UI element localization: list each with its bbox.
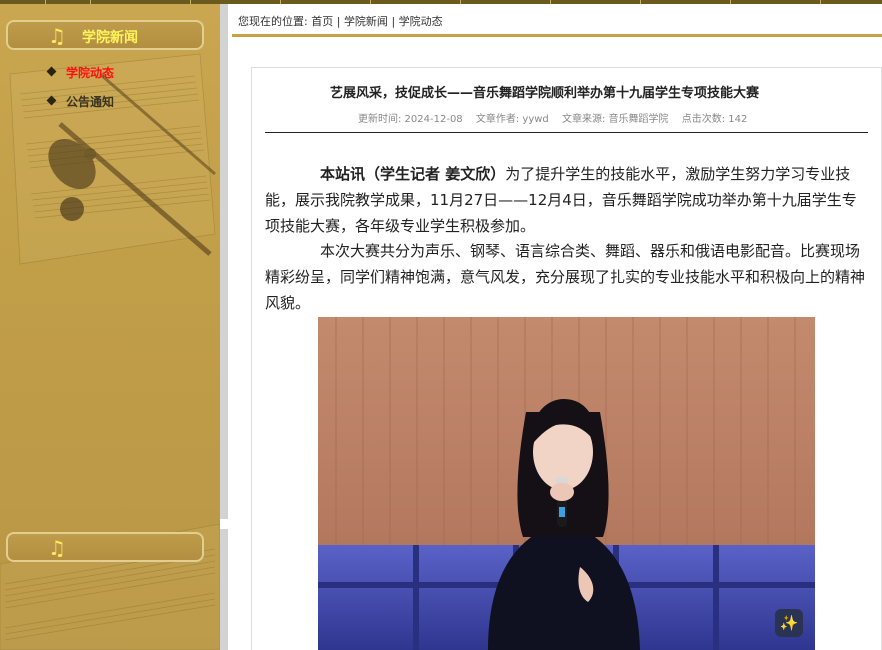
- breadcrumb-separator: |: [336, 15, 341, 28]
- sidebar-header-title: 学院新闻: [82, 30, 138, 46]
- title-divider: [265, 132, 868, 133]
- singer-photo-illustration: [318, 317, 815, 650]
- article-title: 艺展风采，技促成长——音乐舞蹈学院顺利举办第十九届学生专项技能大赛: [330, 86, 760, 101]
- music-note-icon: ♫: [48, 536, 66, 560]
- breadcrumb: 您现在的位置: 首页 | 学院新闻 | 学院动态: [238, 13, 443, 29]
- meta-views: 点击次数: 142: [681, 114, 748, 125]
- diamond-bullet-icon: [46, 95, 57, 106]
- sidebar-item-announcements[interactable]: 公告通知: [46, 93, 115, 122]
- diamond-bullet-icon: [46, 66, 57, 77]
- sidebar-item-label: 公告通知: [66, 95, 115, 109]
- breadcrumb-current-link[interactable]: 学院动态: [399, 15, 443, 28]
- sidebar-footer-header: ♫: [6, 532, 204, 562]
- article-paragraph-2: 本次大赛共分为声乐、钢琴、语言综合类、舞蹈、器乐和俄语电影配音。比赛现场精彩纷呈…: [265, 242, 866, 312]
- magic-wand-icon[interactable]: ✨: [775, 609, 803, 637]
- sidebar-header: ♫ 学院新闻: [6, 20, 204, 50]
- breadcrumb-prefix: 您现在的位置:: [238, 15, 308, 28]
- article-meta: 更新时间: 2024-12-08 文章作者: yywd 文章来源: 音乐舞蹈学院…: [358, 110, 757, 125]
- breadcrumb-separator: |: [391, 15, 396, 28]
- article-paragraph-1: 本站讯（学生记者 姜文欣）为了提升学生的技能水平，激励学生努力学习专业技能，展示…: [265, 161, 868, 239]
- music-note-icon: ♫: [48, 24, 66, 48]
- breadcrumb-section-link[interactable]: 学院新闻: [344, 15, 388, 28]
- sidebar-item-label: 学院动态: [66, 66, 115, 80]
- sidebar: ♫ 学院新闻 学院动态 公告通知 ♫: [0, 4, 220, 650]
- article-photo-singer: [318, 317, 815, 650]
- sidebar-divider: [220, 4, 228, 650]
- meta-author: 文章作者: yywd: [475, 114, 549, 125]
- meta-source: 文章来源: 音乐舞蹈学院: [561, 114, 669, 125]
- sidebar-item-college-news[interactable]: 学院动态: [46, 64, 115, 93]
- sidebar-menu: 学院动态 公告通知: [46, 64, 115, 122]
- breadcrumb-underline: [232, 34, 882, 37]
- meta-updated: 更新时间: 2024-12-08: [358, 114, 463, 125]
- article-byline: 本站讯（学生记者 姜文欣）: [320, 165, 506, 183]
- breadcrumb-home-link[interactable]: 首页: [311, 15, 333, 28]
